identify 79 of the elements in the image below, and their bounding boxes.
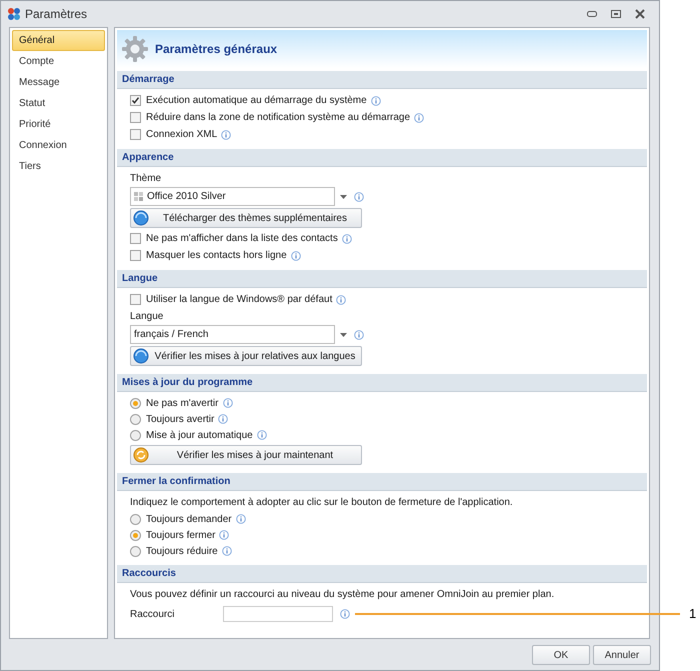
sidebar-item[interactable]: Connexion bbox=[12, 135, 105, 156]
sidebar-item[interactable]: Compte bbox=[12, 51, 105, 72]
action-button[interactable]: Télécharger des thèmes supplémentaires bbox=[130, 208, 362, 228]
dialog-button[interactable]: OK bbox=[532, 645, 590, 665]
radio-label: Toujours avertir bbox=[146, 412, 214, 426]
globe-icon bbox=[133, 348, 149, 364]
panel-title: Paramètres généraux bbox=[155, 41, 278, 58]
caret-icon[interactable] bbox=[340, 194, 347, 198]
callout-number: 1 bbox=[689, 605, 696, 624]
info-icon[interactable] bbox=[336, 294, 346, 304]
info-icon[interactable] bbox=[222, 398, 232, 408]
info-icon[interactable] bbox=[342, 234, 352, 244]
radio-button[interactable] bbox=[130, 430, 141, 440]
info-icon[interactable] bbox=[414, 112, 424, 122]
info-icon[interactable] bbox=[354, 192, 364, 202]
shortcut-field[interactable] bbox=[223, 606, 333, 622]
dialog-button[interactable]: Annuler bbox=[593, 645, 651, 665]
info-icon[interactable] bbox=[290, 250, 301, 260]
gear-icon bbox=[121, 35, 149, 63]
sidebar-item[interactable]: Tiers bbox=[12, 156, 105, 177]
info-icon[interactable] bbox=[340, 609, 350, 619]
radio-label: Toujours réduire bbox=[146, 544, 218, 558]
checkbox[interactable] bbox=[130, 250, 141, 261]
action-button[interactable]: Vérifier les mises à jour relatives aux langues bbox=[130, 346, 362, 366]
checkbox[interactable] bbox=[130, 294, 141, 305]
info-icon[interactable] bbox=[370, 96, 381, 106]
radio-label: Toujours fermer bbox=[146, 528, 216, 542]
checkbox[interactable] bbox=[130, 233, 141, 244]
sidebar-item[interactable]: Général bbox=[12, 30, 105, 51]
dropdown[interactable]: français / French bbox=[130, 325, 335, 344]
info-icon[interactable] bbox=[354, 330, 364, 340]
info-icon[interactable] bbox=[219, 530, 230, 540]
radio-button[interactable] bbox=[130, 398, 141, 408]
checkbox-label: Exécution automatique au démarrage du système bbox=[146, 94, 367, 108]
refresh-icon bbox=[133, 447, 149, 463]
minimize-icon[interactable] bbox=[587, 11, 597, 17]
app-logo-icon bbox=[7, 7, 21, 21]
checkbox-label: Réduire dans la zone de notification système au démarrage bbox=[146, 111, 410, 125]
info-icon[interactable] bbox=[236, 514, 246, 524]
checkbox-label: Utiliser la langue de Windows® par défaut bbox=[146, 293, 332, 307]
radio-button[interactable] bbox=[130, 530, 141, 540]
dropdown[interactable]: Office 2010 Silver bbox=[130, 187, 335, 206]
radio-label: Toujours demander bbox=[146, 512, 232, 526]
description-text: Indiquez le comportement à adopter au clic sur le bouton de fermeture de l'application. bbox=[130, 496, 514, 510]
checkbox[interactable] bbox=[130, 129, 141, 140]
info-icon[interactable] bbox=[218, 414, 228, 424]
checkbox[interactable] bbox=[130, 95, 141, 106]
sidebar-item[interactable]: Message bbox=[12, 72, 105, 93]
sidebar-item[interactable]: Statut bbox=[12, 93, 105, 114]
checkbox-label: Masquer les contacts hors ligne bbox=[146, 249, 287, 263]
section-header: Fermer la confirmation bbox=[117, 473, 647, 491]
field-label: Raccourci bbox=[130, 608, 176, 622]
radio-button[interactable] bbox=[130, 514, 141, 524]
caret-icon[interactable] bbox=[340, 332, 347, 336]
section-header: Apparence bbox=[117, 149, 647, 167]
section-header: Raccourcis bbox=[117, 565, 647, 583]
info-icon[interactable] bbox=[256, 430, 267, 440]
radio-button[interactable] bbox=[130, 546, 141, 556]
action-button[interactable]: Vérifier les mises à jour maintenant bbox=[130, 445, 362, 465]
description-text: Vous pouvez définir un raccourci au niveau du système pour amener OmniJoin au premier plan. bbox=[130, 588, 556, 602]
radio-label: Ne pas m'avertir bbox=[146, 396, 218, 410]
section-header: Langue bbox=[117, 270, 647, 288]
radio-button[interactable] bbox=[130, 414, 141, 424]
close-icon[interactable] bbox=[635, 9, 645, 19]
radio-label: Mise à jour automatique bbox=[146, 428, 253, 442]
section-header: Démarrage bbox=[117, 71, 647, 89]
theme-icon bbox=[134, 192, 144, 202]
checkbox[interactable] bbox=[130, 112, 141, 123]
checkbox-label: Ne pas m'afficher dans la liste des contacts bbox=[146, 232, 338, 246]
field-label: Langue bbox=[130, 310, 164, 324]
checkbox-label: Connexion XML bbox=[146, 128, 218, 142]
field-label: Thème bbox=[130, 172, 162, 186]
sidebar-item[interactable]: Priorité bbox=[12, 114, 105, 135]
maximize-icon[interactable] bbox=[611, 10, 621, 18]
info-icon[interactable] bbox=[222, 546, 232, 556]
section-header: Mises à jour du programme bbox=[117, 374, 647, 392]
window-title: Paramètres bbox=[25, 6, 88, 23]
info-icon[interactable] bbox=[221, 130, 232, 140]
globe-icon bbox=[133, 210, 149, 226]
